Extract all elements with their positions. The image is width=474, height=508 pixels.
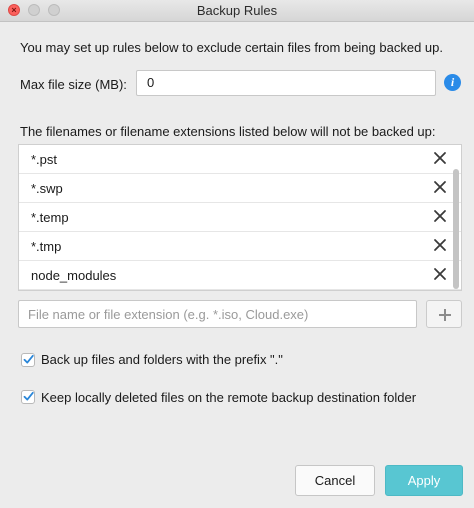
list-item-label: *.swp (31, 181, 63, 196)
add-exclusion-input[interactable] (18, 300, 417, 328)
list-scrollbar[interactable] (453, 169, 459, 289)
backup-prefix-label[interactable]: Back up files and folders with the prefi… (41, 352, 283, 367)
list-item[interactable]: *.temp (19, 203, 461, 232)
plus-icon (439, 309, 451, 321)
keep-deleted-checkbox[interactable] (21, 390, 35, 404)
exclusion-list[interactable]: *.pst *.swp *.temp *.tmp node_modules (18, 144, 462, 291)
info-icon[interactable]: i (444, 74, 461, 91)
list-item[interactable]: *.pst (19, 145, 461, 174)
add-exclusion-button[interactable] (426, 300, 462, 328)
remove-icon[interactable] (433, 209, 447, 223)
intro-text: You may set up rules below to exclude ce… (20, 40, 443, 55)
backup-rules-window: × Backup Rules You may set up rules belo… (0, 0, 474, 508)
list-item[interactable]: *.tmp (19, 232, 461, 261)
list-item-label: node_modules (31, 268, 117, 283)
remove-icon[interactable] (433, 151, 447, 165)
max-file-size-input[interactable]: 0 (136, 70, 436, 96)
title-bar: × Backup Rules (0, 0, 474, 22)
cancel-button[interactable]: Cancel (295, 465, 375, 496)
keep-deleted-label[interactable]: Keep locally deleted files on the remote… (41, 390, 416, 405)
list-item[interactable]: *.swp (19, 174, 461, 203)
remove-icon[interactable] (433, 267, 447, 281)
window-title: Backup Rules (196, 3, 278, 18)
list-item-label: *.temp (31, 210, 69, 225)
list-item-label: *.tmp (31, 239, 62, 254)
max-file-size-label: Max file size (MB): (20, 77, 127, 92)
list-item[interactable]: node_modules (19, 261, 461, 290)
checkmark-icon (23, 391, 34, 401)
backup-prefix-checkbox[interactable] (21, 353, 35, 367)
checkmark-icon (23, 354, 34, 364)
exclusion-list-label: The filenames or filename extensions lis… (20, 124, 436, 139)
remove-icon[interactable] (433, 180, 447, 194)
remove-icon[interactable] (433, 238, 447, 252)
apply-button[interactable]: Apply (385, 465, 463, 496)
list-item-label: *.pst (31, 152, 58, 167)
